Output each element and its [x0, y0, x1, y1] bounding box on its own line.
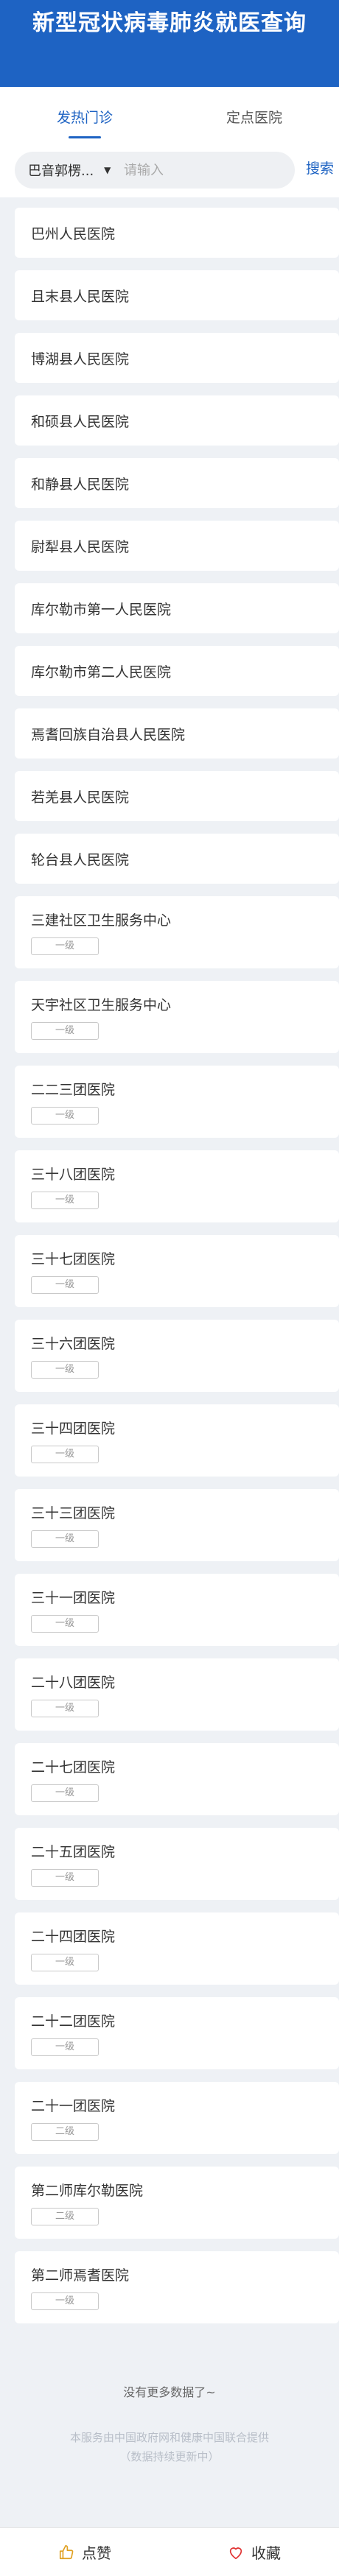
hospital-card[interactable]: 和硕县人民医院	[15, 395, 339, 446]
hospital-name: 二十一团医院	[31, 2098, 116, 2114]
hospital-card[interactable]: 二十一团医院 二级	[15, 2082, 339, 2154]
like-button[interactable]: 点赞	[0, 2528, 170, 2576]
level-badge: 一级	[31, 1022, 99, 1040]
hospital-name: 二十五团医院	[31, 1844, 116, 1860]
hospital-name: 轮台县人民医院	[31, 852, 130, 868]
hospital-card[interactable]: 三十一团医院 一级	[15, 1574, 339, 1646]
hospital-card[interactable]: 轮台县人民医院	[15, 834, 339, 884]
level-badge: 二级	[31, 2208, 99, 2225]
search-box: 巴音郭楞... ▼	[15, 152, 295, 189]
hospital-card[interactable]: 尉犁县人民医院	[15, 521, 339, 571]
level-badge: 一级	[31, 1192, 99, 1209]
hospital-name: 三建社区卫生服务中心	[31, 912, 172, 929]
heart-icon	[229, 2547, 242, 2559]
search-button[interactable]: 搜索	[306, 158, 334, 177]
level-badge: 二级	[31, 2123, 99, 2141]
hospital-card[interactable]: 二二三团医院 一级	[15, 1066, 339, 1138]
hospital-card[interactable]: 库尔勒市第一人民医院	[15, 583, 339, 633]
level-badge: 一级	[31, 1361, 99, 1379]
hospital-card[interactable]: 第二师库尔勒医院 二级	[15, 2167, 339, 2239]
tab-fever-clinic[interactable]: 发热门诊	[0, 87, 170, 146]
hospital-name: 和硕县人民医院	[31, 414, 130, 430]
hospital-name: 三十六团医院	[31, 1336, 116, 1352]
hospital-name: 若羌县人民医院	[31, 789, 130, 806]
level-badge: 一级	[31, 1954, 99, 1971]
hospital-name: 三十七团医院	[31, 1251, 116, 1267]
level-badge: 一级	[31, 1530, 99, 1548]
hospital-name: 三十三团医院	[31, 1505, 116, 1521]
region-select[interactable]: 巴音郭楞... ▼	[15, 161, 124, 180]
hospital-card[interactable]: 且末县人民医院	[15, 270, 339, 320]
hospital-card[interactable]: 和静县人民医院	[15, 458, 339, 508]
hospital-name: 第二师库尔勒医院	[31, 2183, 144, 2199]
hospital-card[interactable]: 二十四团医院 一级	[15, 1912, 339, 1985]
level-badge: 一级	[31, 1869, 99, 1887]
hospital-card[interactable]: 焉耆回族自治县人民医院	[15, 708, 339, 759]
hospital-card[interactable]: 二十七团医院 一级	[15, 1743, 339, 1815]
hospital-name: 三十一团医院	[31, 1590, 116, 1606]
hospital-name: 三十八团医院	[31, 1166, 116, 1183]
hospital-card[interactable]: 博湖县人民医院	[15, 333, 339, 383]
hospital-card[interactable]: 三建社区卫生服务中心 一级	[15, 896, 339, 968]
hospital-card[interactable]: 二十二团医院 一级	[15, 1997, 339, 2069]
favorite-label: 收藏	[251, 2544, 281, 2562]
level-badge: 一级	[31, 1615, 99, 1633]
hospital-name: 库尔勒市第二人民医院	[31, 664, 172, 680]
list-end-text: 没有更多数据了~	[123, 2385, 216, 2399]
hospital-name: 且末县人民医院	[31, 289, 130, 305]
footnote-line: （数据持续更新中）	[119, 2450, 220, 2463]
hospital-card[interactable]: 天宇社区卫生服务中心 一级	[15, 981, 339, 1053]
level-badge: 一级	[31, 1700, 99, 1717]
caret-down-icon: ▼	[104, 165, 111, 175]
header: 新型冠状病毒肺炎就医查询	[0, 0, 339, 87]
level-badge: 一级	[31, 1276, 99, 1294]
hospital-name: 三十四团医院	[31, 1421, 116, 1437]
hospital-card[interactable]: 三十三团医院 一级	[15, 1489, 339, 1561]
favorite-button[interactable]: 收藏	[170, 2528, 339, 2576]
tab-designated-hospital[interactable]: 定点医院	[170, 87, 339, 146]
hospital-list: 巴州人民医院 且末县人民医院 博湖县人民医院 和硕县人民医院 和静县人民医院 尉犁县人民医…	[15, 208, 339, 2336]
hospital-card[interactable]: 二十五团医院 一级	[15, 1828, 339, 1900]
hospital-name: 博湖县人民医院	[31, 351, 130, 367]
hospital-card[interactable]: 若羌县人民医院	[15, 771, 339, 821]
like-label: 点赞	[82, 2544, 111, 2562]
bottom-bar: 点赞 收藏	[0, 2527, 339, 2576]
level-badge: 一级	[31, 2038, 99, 2056]
hospital-name: 巴州人民医院	[31, 226, 116, 242]
level-badge: 一级	[31, 1446, 99, 1463]
search-bar: 巴音郭楞... ▼ 搜索	[0, 146, 339, 197]
hospital-name: 二十七团医院	[31, 1759, 116, 1776]
hospital-card[interactable]: 第二师焉耆医院 一级	[15, 2251, 339, 2323]
level-badge: 一级	[31, 1107, 99, 1125]
hospital-card[interactable]: 三十四团医院 一级	[15, 1404, 339, 1477]
search-input[interactable]	[124, 162, 295, 178]
level-badge: 一级	[31, 937, 99, 955]
hospital-name: 二二三团医院	[31, 1082, 116, 1098]
level-badge: 一级	[31, 2292, 99, 2310]
hospital-card[interactable]: 三十七团医院 一级	[15, 1235, 339, 1307]
hospital-card[interactable]: 三十六团医院 一级	[15, 1320, 339, 1392]
hospital-name: 焉耆回族自治县人民医院	[31, 727, 186, 743]
hospital-name: 二十四团医院	[31, 1929, 116, 1945]
hospital-card[interactable]: 库尔勒市第二人民医院	[15, 646, 339, 696]
hospital-card[interactable]: 二十八团医院 一级	[15, 1658, 339, 1731]
hospital-name: 第二师焉耆医院	[31, 2267, 130, 2284]
footnote: 本服务由中国政府网和健康中国联合提供 （数据持续更新中）	[0, 2428, 339, 2466]
level-badge: 一级	[31, 1784, 99, 1802]
page-title: 新型冠状病毒肺炎就医查询	[32, 10, 307, 36]
hospital-name: 二十八团医院	[31, 1675, 116, 1691]
hospital-card[interactable]: 巴州人民医院	[15, 208, 339, 258]
hospital-name: 库尔勒市第一人民医院	[31, 602, 172, 618]
hospital-name: 二十二团医院	[31, 2013, 116, 2030]
hospital-card[interactable]: 三十八团医院 一级	[15, 1150, 339, 1222]
footnote-line: 本服务由中国政府网和健康中国联合提供	[69, 2431, 269, 2444]
region-label: 巴音郭楞...	[28, 163, 94, 179]
tab-bar: 发热门诊 定点医院	[0, 87, 339, 146]
hospital-name: 和静县人民医院	[31, 476, 130, 493]
hospital-name: 天宇社区卫生服务中心	[31, 997, 172, 1013]
hospital-name: 尉犁县人民医院	[31, 539, 130, 555]
thumbs-up-icon	[59, 2544, 74, 2559]
